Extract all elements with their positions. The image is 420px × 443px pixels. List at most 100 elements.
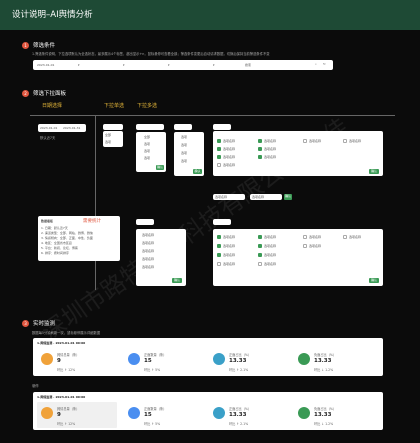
grid-option[interactable]: 选项名称 bbox=[217, 155, 235, 159]
kpi-label: 正面占比（%） bbox=[229, 407, 252, 411]
kpi-panel-hover: 1.舆情监测 · 2023-01-01 00:00 舆情总量（条） 9 环比 ↑… bbox=[33, 392, 383, 430]
grid-option[interactable]: 选项名称 bbox=[217, 244, 235, 248]
section-title: 筛选下拉面板 bbox=[33, 91, 67, 97]
grid-option[interactable]: 选项名称 bbox=[258, 139, 276, 143]
grid-option[interactable]: 选项名称 bbox=[258, 253, 276, 257]
confirm-button[interactable]: 确认 bbox=[156, 165, 164, 170]
section-filter-desc: 1.筛选条件说明，下拉选项默认为全选状态，最多展示4个标签，超出显示+n，鼠标悬… bbox=[32, 52, 270, 56]
multi-select-trigger[interactable] bbox=[174, 124, 192, 130]
positive-icon bbox=[128, 407, 140, 419]
confirm-button[interactable]: 确认 bbox=[172, 278, 182, 283]
filter-select[interactable]: ▾ bbox=[78, 63, 80, 67]
checkbox-checked[interactable] bbox=[217, 253, 221, 257]
grid-option[interactable]: 选项名称 bbox=[303, 244, 321, 248]
multi-select-trigger[interactable] bbox=[136, 219, 154, 225]
checkbox-checked[interactable] bbox=[217, 235, 221, 239]
menu-option[interactable]: 选项名称 bbox=[142, 249, 154, 253]
menu-option[interactable]: 选项名称 bbox=[142, 241, 154, 245]
date-start[interactable]: 2023-01-01 bbox=[40, 126, 57, 130]
checkbox-checked[interactable] bbox=[217, 139, 221, 143]
search-icon[interactable]: ⌕ bbox=[315, 62, 317, 66]
kpi-value: 15 bbox=[144, 358, 152, 364]
refresh-icon[interactable]: ↻ bbox=[323, 62, 326, 66]
checkbox-checked[interactable] bbox=[217, 155, 221, 159]
multi-select-menu: 全部 选项 选项 选项 确认 bbox=[136, 132, 166, 172]
date-end[interactable]: 2023-01-31 bbox=[63, 126, 80, 130]
multi-select-trigger[interactable] bbox=[213, 219, 231, 225]
confirm-button[interactable]: 确认 bbox=[284, 194, 292, 200]
checkbox-checked[interactable] bbox=[258, 244, 262, 248]
checkbox[interactable] bbox=[343, 235, 347, 239]
selected-tag[interactable]: 选项名称 bbox=[250, 194, 282, 200]
confirm-button[interactable]: 确认 bbox=[369, 169, 379, 174]
kpi-change: 环比 ↑ 5% bbox=[144, 368, 161, 372]
notes-item: 5. 平台：新闻、论坛、博客 bbox=[41, 246, 78, 250]
multi-select-trigger[interactable] bbox=[136, 124, 164, 130]
notes-item: 3. 情感倾向：全部、正面、中性、负面 bbox=[41, 236, 93, 240]
grid-option[interactable]: 选项名称 bbox=[303, 139, 321, 143]
grid-option[interactable]: 选项名称 bbox=[343, 139, 361, 143]
checkbox-checked[interactable] bbox=[258, 147, 262, 151]
menu-option[interactable]: 选项 bbox=[105, 140, 111, 144]
menu-option[interactable]: 选项 bbox=[181, 143, 187, 147]
checkbox[interactable] bbox=[303, 235, 307, 239]
menu-option[interactable]: 选项 bbox=[181, 151, 187, 155]
confirm-button[interactable]: 确认 bbox=[369, 278, 379, 283]
grid-option[interactable]: 选项名称 bbox=[217, 163, 235, 167]
checkbox-checked[interactable] bbox=[217, 244, 221, 248]
search-input[interactable]: 搜索 bbox=[245, 63, 251, 67]
checkbox[interactable] bbox=[343, 139, 347, 143]
checkbox[interactable] bbox=[217, 163, 221, 167]
menu-option[interactable]: 选项名称 bbox=[142, 265, 154, 269]
checkbox[interactable] bbox=[303, 244, 307, 248]
grid-option[interactable]: 选项名称 bbox=[258, 235, 276, 239]
single-select-trigger[interactable] bbox=[103, 124, 123, 130]
confirm-button[interactable]: 确认 bbox=[193, 169, 202, 174]
grid-option[interactable]: 选项名称 bbox=[217, 262, 235, 266]
checkbox-checked[interactable] bbox=[217, 147, 221, 151]
grid-option[interactable]: 选项名称 bbox=[258, 262, 276, 266]
date-picker[interactable]: 2023-01-01 2023-01-31 bbox=[38, 124, 86, 132]
grid-option[interactable]: 选项名称 bbox=[217, 235, 235, 239]
kpi-value: 13.33 bbox=[314, 412, 332, 418]
grid-option-panel: 选项名称 选项名称 选项名称 选项名称 选项名称 选项名称 选项名称 选项名称 … bbox=[213, 131, 383, 176]
checkbox[interactable] bbox=[217, 262, 221, 266]
grid-option[interactable]: 选项名称 bbox=[258, 147, 276, 151]
page-title: 设计说明–AI舆情分析 bbox=[12, 10, 93, 20]
filter-select[interactable]: ▾ bbox=[213, 63, 215, 67]
menu-option[interactable]: 选项 bbox=[144, 149, 150, 153]
kpi-change: 环比 ↑ 2.1% bbox=[229, 422, 249, 426]
menu-option[interactable]: 选项 bbox=[181, 159, 187, 163]
filter-select[interactable]: ▾ bbox=[123, 63, 125, 67]
checkbox-checked[interactable] bbox=[258, 139, 262, 143]
grid-option[interactable]: 选项名称 bbox=[217, 139, 235, 143]
total-icon bbox=[41, 407, 53, 419]
kpi-label: 负面占比（%） bbox=[314, 353, 337, 357]
grid-option[interactable]: 选项名称 bbox=[258, 244, 276, 248]
menu-option[interactable]: 选项 bbox=[144, 156, 150, 160]
checkbox-checked[interactable] bbox=[258, 253, 262, 257]
menu-option[interactable]: 选项名称 bbox=[142, 233, 154, 237]
filter-select[interactable]: ▾ bbox=[168, 63, 170, 67]
date-field[interactable]: 2023-01-01 bbox=[37, 63, 54, 67]
filter-bar: 2023-01-01 ▾ ▾ ▾ ▾ 搜索 ⌕ ↻ bbox=[33, 60, 333, 70]
grid-option[interactable]: 选项名称 bbox=[303, 235, 321, 239]
menu-option[interactable]: 全部 bbox=[105, 133, 111, 137]
grid-option[interactable]: 选项名称 bbox=[343, 235, 361, 239]
menu-option[interactable]: 全部 bbox=[144, 135, 150, 139]
menu-option[interactable]: 选项 bbox=[181, 135, 187, 139]
checkbox-checked[interactable] bbox=[258, 155, 262, 159]
multi-select-trigger[interactable] bbox=[213, 124, 231, 130]
checkbox[interactable] bbox=[303, 139, 307, 143]
selected-tag[interactable]: 选项名称 bbox=[213, 194, 245, 200]
grid-option[interactable]: 选项名称 bbox=[217, 253, 235, 257]
divider bbox=[95, 115, 96, 290]
kpi-label: 正面占比（%） bbox=[229, 353, 252, 357]
kpi-label: 正面数量（条） bbox=[144, 353, 167, 357]
menu-option[interactable]: 选项 bbox=[144, 142, 150, 146]
checkbox[interactable] bbox=[258, 262, 262, 266]
grid-option[interactable]: 选项名称 bbox=[258, 155, 276, 159]
menu-option[interactable]: 选项名称 bbox=[142, 257, 154, 261]
checkbox-checked[interactable] bbox=[258, 235, 262, 239]
grid-option[interactable]: 选项名称 bbox=[217, 147, 235, 151]
